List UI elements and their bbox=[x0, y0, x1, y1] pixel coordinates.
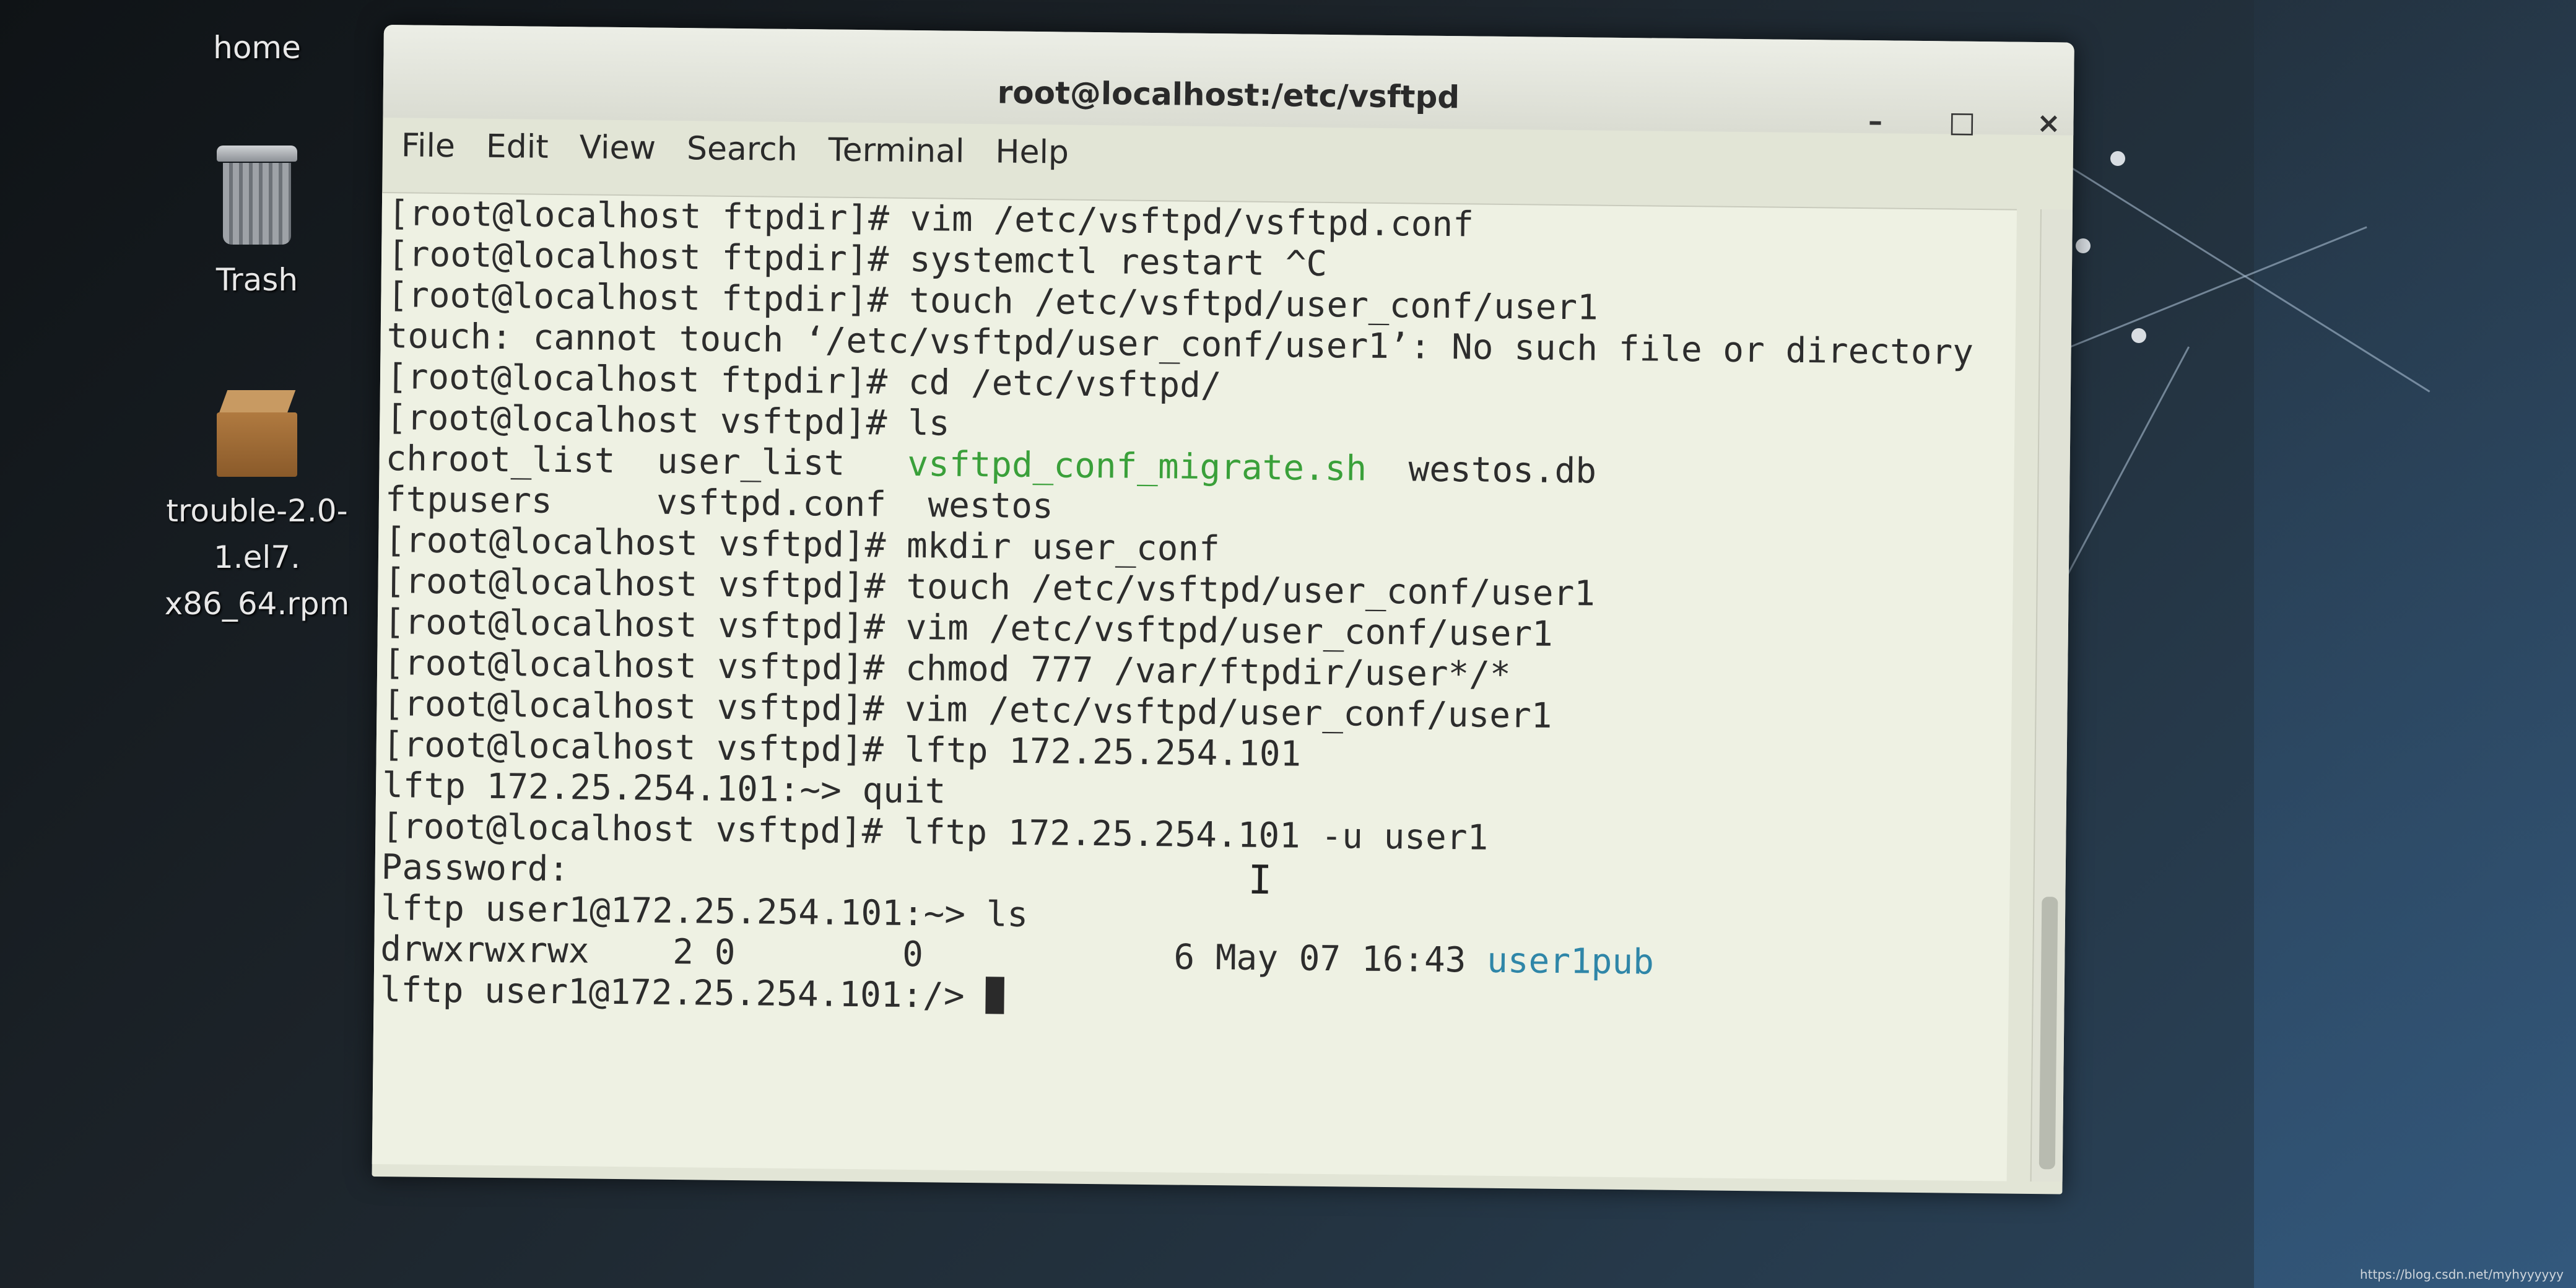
menu-search[interactable]: Search bbox=[687, 130, 798, 181]
wallpaper-dot bbox=[2110, 151, 2125, 166]
window-title: root@localhost:/etc/vsftpd bbox=[997, 74, 1460, 116]
desktop-icon-trash[interactable]: Trash bbox=[127, 146, 387, 303]
menu-view[interactable]: View bbox=[579, 129, 656, 179]
maximize-button[interactable]: □ bbox=[1943, 103, 1981, 141]
rpm-label-line2: x86_64.rpm bbox=[164, 586, 350, 622]
watermark: https://blog.csdn.net/myhyyyyyy bbox=[2360, 1267, 2564, 1282]
vertical-scrollbar[interactable] bbox=[2030, 209, 2073, 1182]
desktop-icon-home[interactable]: home bbox=[127, 25, 387, 71]
dir-name: user1pub bbox=[1486, 940, 1655, 983]
trash-icon bbox=[217, 146, 297, 245]
menu-terminal[interactable]: Terminal bbox=[828, 132, 964, 183]
ls-executable: vsftpd_conf_migrate.sh bbox=[907, 443, 1367, 489]
terminal-window[interactable]: root@localhost:/etc/vsftpd – □ × File Ed… bbox=[372, 25, 2074, 1194]
scroll-thumb[interactable] bbox=[2039, 897, 2058, 1170]
menu-bar: File Edit View Search Terminal Help bbox=[401, 127, 1069, 183]
home-label: home bbox=[213, 30, 301, 66]
menu-edit[interactable]: Edit bbox=[485, 128, 549, 178]
desktop-wallpaper-accent bbox=[2254, 0, 2576, 1288]
package-icon bbox=[217, 390, 297, 477]
trash-label: Trash bbox=[215, 262, 298, 298]
ls-files: chroot_list user_list bbox=[385, 438, 908, 484]
text-cursor bbox=[985, 977, 1004, 1014]
menu-file[interactable]: File bbox=[401, 127, 456, 177]
wallpaper-dot bbox=[2076, 238, 2091, 253]
window-titlebar[interactable]: root@localhost:/etc/vsftpd – □ × bbox=[383, 25, 2074, 139]
ls-files: westos.db bbox=[1366, 448, 1597, 492]
close-button[interactable]: × bbox=[2030, 104, 2068, 142]
ibeam-cursor-icon: I bbox=[1248, 857, 1273, 904]
wallpaper-dot bbox=[2131, 328, 2146, 343]
desktop-icon-rpm-package[interactable]: trouble-2.0-1.el7. x86_64.rpm bbox=[127, 390, 387, 627]
minimize-button[interactable]: – bbox=[1856, 102, 1894, 140]
rpm-label-line1: trouble-2.0-1.el7. bbox=[166, 493, 348, 575]
prompt-text: lftp user1@172.25.254.101:/> bbox=[380, 970, 986, 1017]
menu-help[interactable]: Help bbox=[995, 133, 1069, 183]
terminal-output[interactable]: [root@localhost ftpdir]# vim /etc/vsftpd… bbox=[372, 191, 2017, 1181]
